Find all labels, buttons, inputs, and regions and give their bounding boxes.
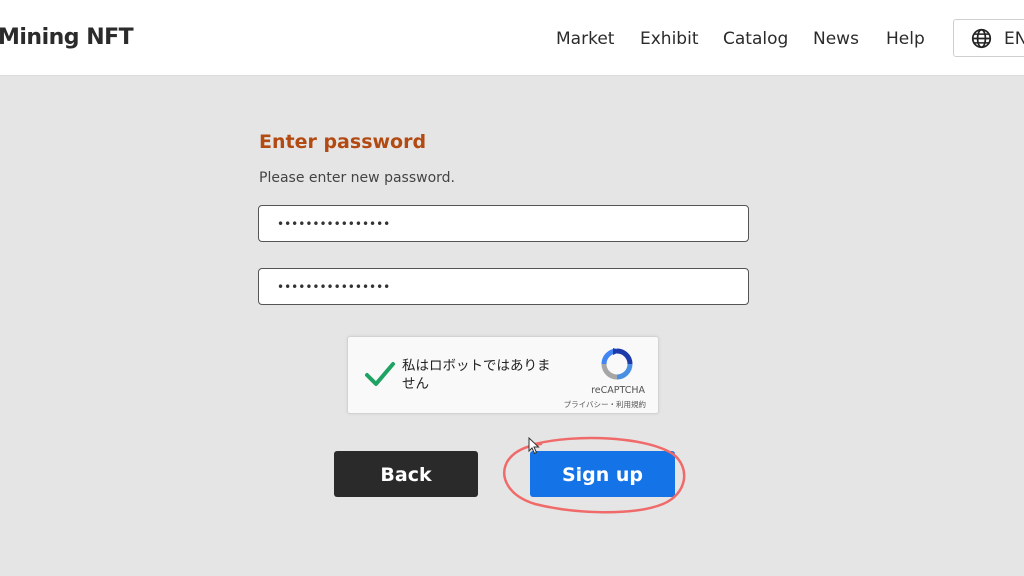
language-label: EN	[1004, 29, 1024, 49]
nav-news[interactable]: News	[813, 29, 859, 49]
confirm-password-field[interactable]	[258, 268, 749, 305]
back-button[interactable]: Back	[334, 451, 478, 497]
nav-catalog[interactable]: Catalog	[723, 29, 788, 49]
page-subtitle: Please enter new password.	[259, 170, 455, 186]
site-header: Mining NFT Market Exhibit Catalog News H…	[0, 0, 1024, 76]
nav-help[interactable]: Help	[886, 29, 925, 49]
sign-up-button[interactable]: Sign up	[530, 451, 675, 497]
nav-market[interactable]: Market	[556, 29, 614, 49]
recaptcha-widget: 私はロボットではありません reCAPTCHA プライバシー・利用規約	[347, 336, 659, 414]
recaptcha-terms-link[interactable]: プライバシー・利用規約	[564, 399, 646, 410]
password-field[interactable]	[258, 205, 749, 242]
nav-exhibit[interactable]: Exhibit	[640, 29, 698, 49]
recaptcha-logo-icon	[601, 348, 633, 380]
page-title: Enter password	[259, 131, 427, 153]
globe-icon	[971, 28, 992, 49]
recaptcha-label: 私はロボットではありません	[402, 358, 551, 392]
language-selector[interactable]: EN	[953, 19, 1024, 57]
site-logo[interactable]: Mining NFT	[0, 25, 134, 50]
checkmark-icon[interactable]	[363, 357, 397, 391]
recaptcha-brand: reCAPTCHA	[591, 385, 645, 396]
